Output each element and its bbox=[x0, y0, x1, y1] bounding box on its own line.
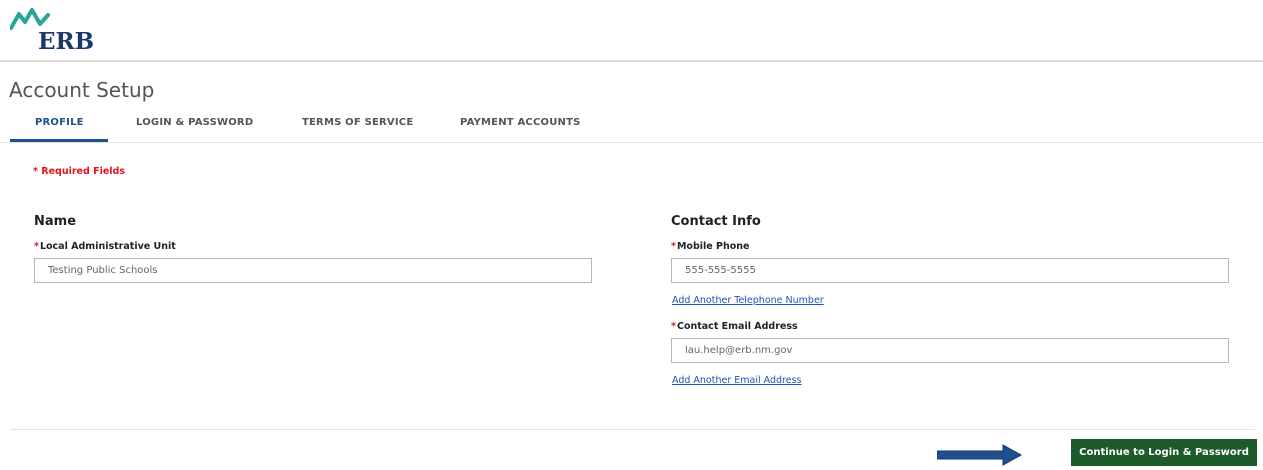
logo-text: ERB bbox=[38, 28, 95, 55]
active-tab-indicator bbox=[10, 139, 108, 142]
continue-to-login-button[interactable]: Continue to Login & Password bbox=[1071, 439, 1257, 466]
required-fields-note: * Required Fields bbox=[33, 166, 125, 177]
tab-bar: PROFILE LOGIN & PASSWORD TERMS OF SERVIC… bbox=[0, 114, 1263, 143]
tab-profile[interactable]: PROFILE bbox=[35, 117, 84, 128]
required-star: * bbox=[671, 321, 676, 332]
contact-section-title: Contact Info bbox=[671, 214, 761, 229]
tab-payment-accounts[interactable]: PAYMENT ACCOUNTS bbox=[460, 117, 581, 128]
mobile-phone-input[interactable] bbox=[671, 258, 1229, 283]
page-title: Account Setup bbox=[9, 78, 155, 102]
name-section-title: Name bbox=[34, 214, 77, 229]
mobile-phone-label: *Mobile Phone bbox=[671, 241, 750, 252]
tab-terms-of-service[interactable]: TERMS OF SERVICE bbox=[302, 117, 413, 128]
footer-divider bbox=[10, 429, 1255, 430]
lau-label: *Local Administrative Unit bbox=[34, 241, 176, 252]
required-star: * bbox=[671, 241, 676, 252]
contact-email-input[interactable] bbox=[671, 338, 1229, 363]
tab-login-password[interactable]: LOGIN & PASSWORD bbox=[136, 117, 253, 128]
lau-input[interactable] bbox=[34, 258, 592, 283]
app-header: ERB bbox=[0, 0, 1263, 62]
arrow-right-icon bbox=[937, 444, 1023, 466]
contact-email-label: *Contact Email Address bbox=[671, 321, 798, 332]
add-email-link[interactable]: Add Another Email Address bbox=[672, 375, 801, 386]
required-star: * bbox=[34, 241, 39, 252]
add-telephone-link[interactable]: Add Another Telephone Number bbox=[672, 295, 824, 306]
mountain-icon bbox=[10, 8, 50, 30]
erb-logo[interactable]: ERB bbox=[10, 8, 100, 55]
